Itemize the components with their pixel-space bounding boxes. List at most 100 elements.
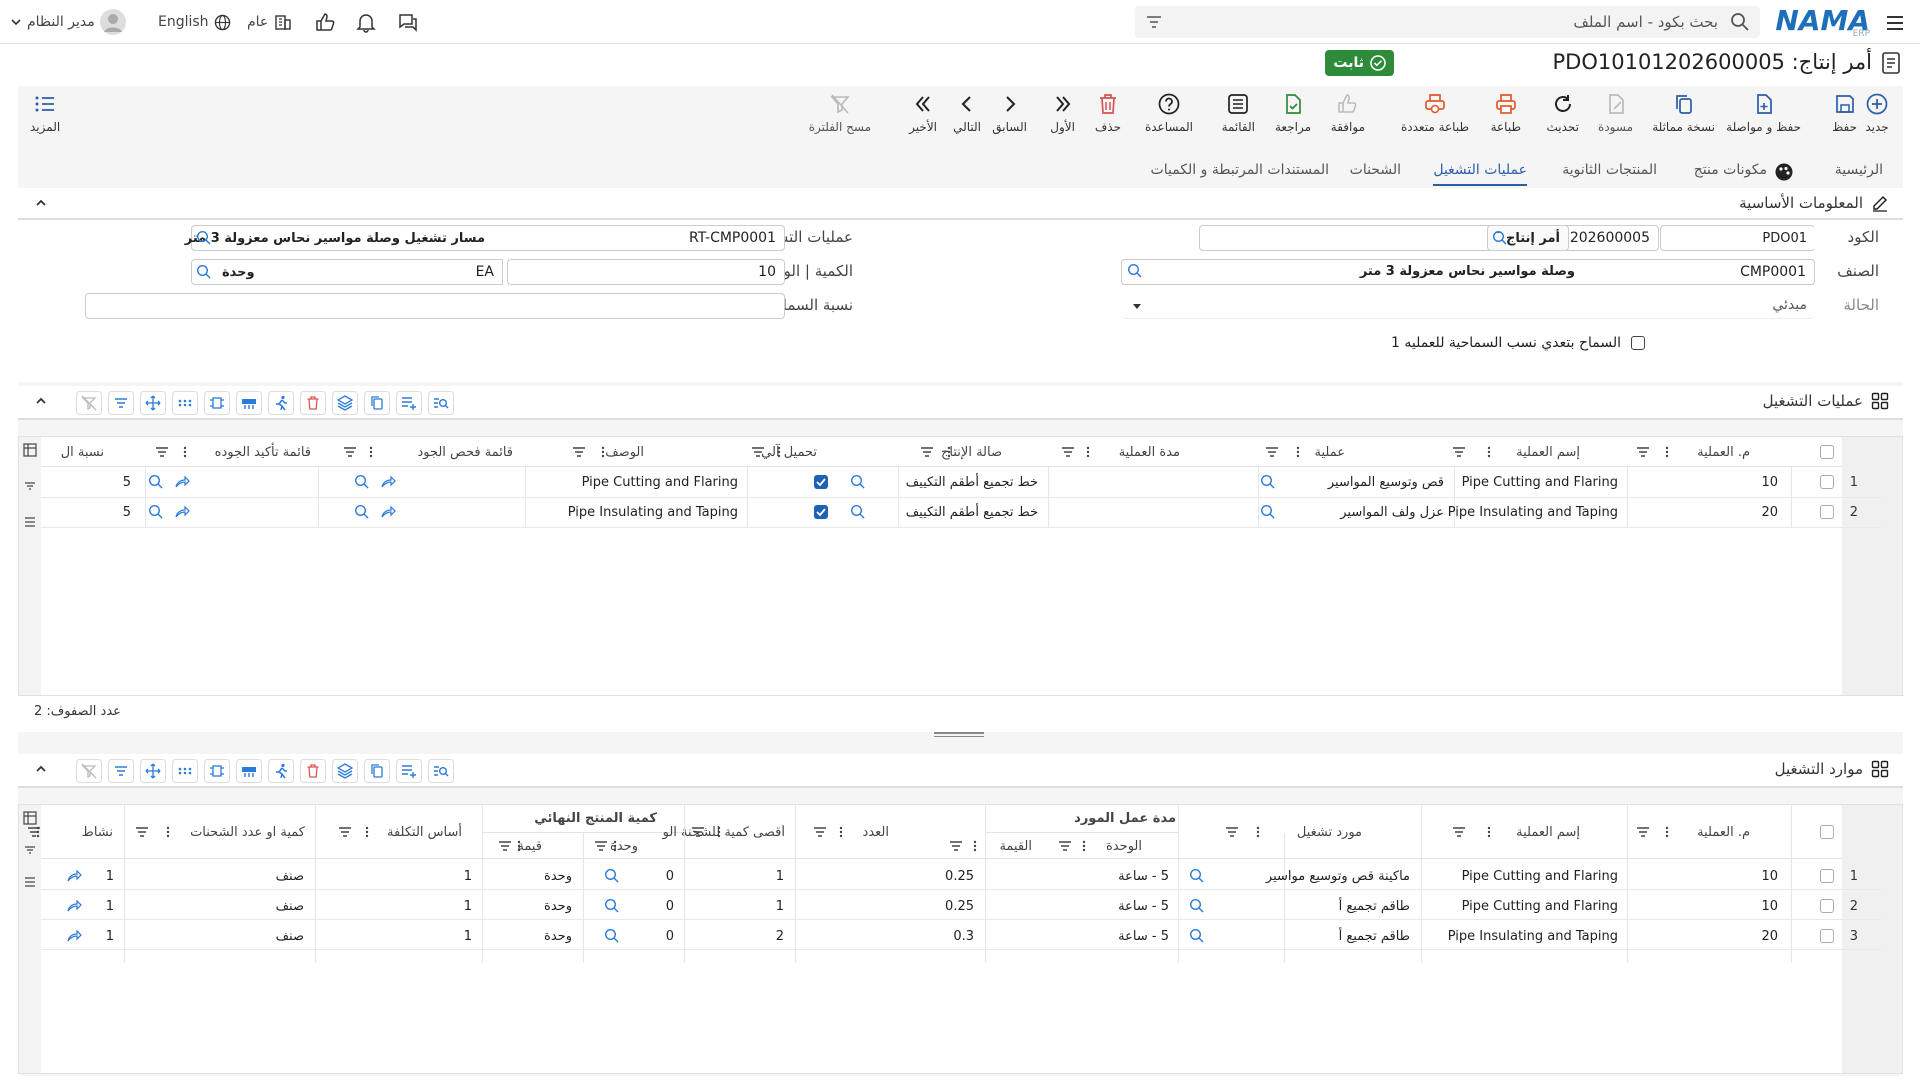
search-plus-icon[interactable] bbox=[1189, 928, 1205, 944]
col-op-name[interactable]: إسم العملية bbox=[1516, 825, 1580, 840]
column-menu-icon[interactable] bbox=[1295, 445, 1301, 459]
search-list-icon[interactable] bbox=[428, 391, 454, 415]
run-icon[interactable] bbox=[268, 759, 294, 783]
column-menu-icon[interactable] bbox=[946, 445, 952, 459]
column-filter-icon[interactable] bbox=[155, 445, 169, 459]
column-filter-icon[interactable] bbox=[498, 839, 512, 853]
column-menu-icon[interactable] bbox=[165, 825, 171, 839]
branch-switch[interactable]: عام bbox=[247, 8, 293, 36]
row-checkbox[interactable] bbox=[1820, 869, 1834, 883]
tolerance-field[interactable] bbox=[85, 293, 785, 319]
more-button[interactable]: المزيد bbox=[30, 92, 60, 134]
ops-name-chip[interactable]: مسار تشغيل وصلة مواسير نحاس معزولة 3 متر bbox=[185, 225, 493, 251]
filter-icon[interactable] bbox=[108, 759, 134, 783]
col-op-name[interactable]: إسم العملية bbox=[1516, 445, 1580, 460]
column-menu-icon[interactable] bbox=[612, 839, 618, 853]
col-qc-check[interactable]: قائمة فحص الجود bbox=[417, 445, 513, 460]
copy-icon[interactable] bbox=[364, 759, 390, 783]
dots-grid-icon[interactable] bbox=[172, 391, 198, 415]
column-filter-icon[interactable] bbox=[1636, 825, 1650, 839]
search-plus-icon[interactable] bbox=[148, 474, 164, 490]
trash-icon[interactable] bbox=[300, 391, 326, 415]
help-button[interactable]: المساعدة bbox=[1145, 92, 1193, 134]
layers-icon[interactable] bbox=[332, 759, 358, 783]
table-settings-icon[interactable] bbox=[23, 811, 37, 825]
columns-icon[interactable] bbox=[204, 391, 230, 415]
col-desc[interactable]: الوصف bbox=[605, 445, 644, 460]
column-filter-icon[interactable] bbox=[1452, 825, 1466, 839]
filter-icon[interactable] bbox=[1145, 13, 1163, 31]
search-list-icon[interactable] bbox=[428, 759, 454, 783]
hamburger-menu-icon[interactable] bbox=[1884, 9, 1906, 37]
search-plus-icon[interactable] bbox=[1260, 504, 1276, 520]
share-icon[interactable] bbox=[174, 474, 190, 490]
column-menu-icon[interactable] bbox=[838, 825, 844, 839]
search-plus-icon[interactable] bbox=[1189, 898, 1205, 914]
auto-load-checkbox[interactable] bbox=[814, 505, 828, 519]
menu-lines-icon[interactable] bbox=[23, 515, 37, 529]
column-menu-icon[interactable] bbox=[364, 825, 370, 839]
item-name-chip[interactable]: وصلة مواسير نحاس معزولة 3 متر bbox=[1123, 259, 1583, 285]
tab-linked-docs[interactable]: المستندات المرتبطة و الكميات bbox=[1151, 162, 1329, 178]
column-filter-icon[interactable] bbox=[813, 825, 827, 839]
list-add-icon[interactable] bbox=[396, 759, 422, 783]
tab-components[interactable]: مكونات منتج bbox=[1694, 162, 1767, 178]
unit-name-chip[interactable]: وحدة bbox=[191, 259, 443, 285]
multi-print-button[interactable]: طباعة متعددة bbox=[1401, 92, 1469, 134]
col-value[interactable]: القيمة bbox=[999, 839, 1032, 854]
search-plus-icon[interactable] bbox=[850, 474, 866, 490]
column-filter-icon[interactable] bbox=[343, 445, 357, 459]
allow-exceed-box[interactable] bbox=[1631, 336, 1645, 350]
run-icon[interactable] bbox=[268, 391, 294, 415]
column-menu-icon[interactable] bbox=[716, 825, 722, 839]
search-plus-icon[interactable] bbox=[1260, 474, 1276, 490]
share-icon[interactable] bbox=[380, 474, 396, 490]
menu-lines-icon[interactable] bbox=[23, 875, 37, 889]
column-filter-icon[interactable] bbox=[1452, 445, 1466, 459]
review-button[interactable]: مراجعة bbox=[1275, 92, 1311, 134]
move-icon[interactable] bbox=[140, 759, 166, 783]
tab-batches[interactable]: الشحنات bbox=[1350, 162, 1401, 178]
refresh-button[interactable]: تحديث bbox=[1546, 92, 1579, 134]
share-icon[interactable] bbox=[380, 504, 396, 520]
column-menu-icon[interactable] bbox=[516, 839, 522, 853]
column-filter-icon[interactable] bbox=[135, 825, 149, 839]
code-field[interactable]: PDO01 bbox=[1660, 225, 1815, 251]
approve-button[interactable]: موافقة bbox=[1331, 92, 1365, 134]
search-plus-icon[interactable] bbox=[354, 474, 370, 490]
column-menu-icon[interactable] bbox=[1081, 839, 1087, 853]
row-checkbox[interactable] bbox=[1820, 475, 1834, 489]
clear-filter-button[interactable]: مسح الفلترة bbox=[809, 92, 871, 134]
last-button[interactable]: الأخير bbox=[909, 92, 937, 134]
column-menu-icon[interactable] bbox=[1664, 445, 1670, 459]
table-insert-icon[interactable] bbox=[236, 391, 262, 415]
new-button[interactable]: جديد bbox=[1865, 92, 1889, 134]
select-all-checkbox[interactable] bbox=[1820, 445, 1834, 459]
column-menu-icon[interactable] bbox=[1664, 825, 1670, 839]
column-menu-icon[interactable] bbox=[182, 445, 188, 459]
copy-icon[interactable] bbox=[364, 391, 390, 415]
column-menu-icon[interactable] bbox=[368, 445, 374, 459]
column-filter-icon[interactable] bbox=[1225, 825, 1239, 839]
col-unit[interactable]: الوحدة bbox=[1106, 839, 1142, 854]
col-duration[interactable]: مدة العملية bbox=[1119, 445, 1180, 460]
column-menu-icon[interactable] bbox=[776, 445, 782, 459]
column-filter-icon[interactable] bbox=[594, 839, 608, 853]
nama-logo[interactable]: NAMA ERP bbox=[1775, 4, 1870, 39]
filter-icon[interactable] bbox=[108, 391, 134, 415]
auto-load-checkbox[interactable] bbox=[814, 475, 828, 489]
clear-filter-icon[interactable] bbox=[76, 391, 102, 415]
table-settings-icon[interactable] bbox=[23, 443, 37, 457]
chevron-up-icon[interactable] bbox=[34, 196, 48, 210]
dots-grid-icon[interactable] bbox=[172, 759, 198, 783]
print-button[interactable]: طباعة bbox=[1491, 92, 1521, 134]
delete-button[interactable]: حذف bbox=[1095, 92, 1121, 134]
col-qty-batches[interactable]: كمية او عدد الشحنات bbox=[190, 825, 305, 840]
tab-operations[interactable]: عمليات التشغيل bbox=[1433, 162, 1527, 186]
col-qc-confirm[interactable]: قائمة تأكيد الجوده bbox=[215, 445, 311, 460]
col-auto-load[interactable]: تحميل آلي bbox=[761, 445, 817, 460]
column-menu-icon[interactable] bbox=[35, 825, 41, 839]
share-icon[interactable] bbox=[66, 928, 82, 944]
thumbs-up-icon[interactable] bbox=[314, 8, 336, 36]
resize-handle[interactable] bbox=[934, 731, 984, 739]
